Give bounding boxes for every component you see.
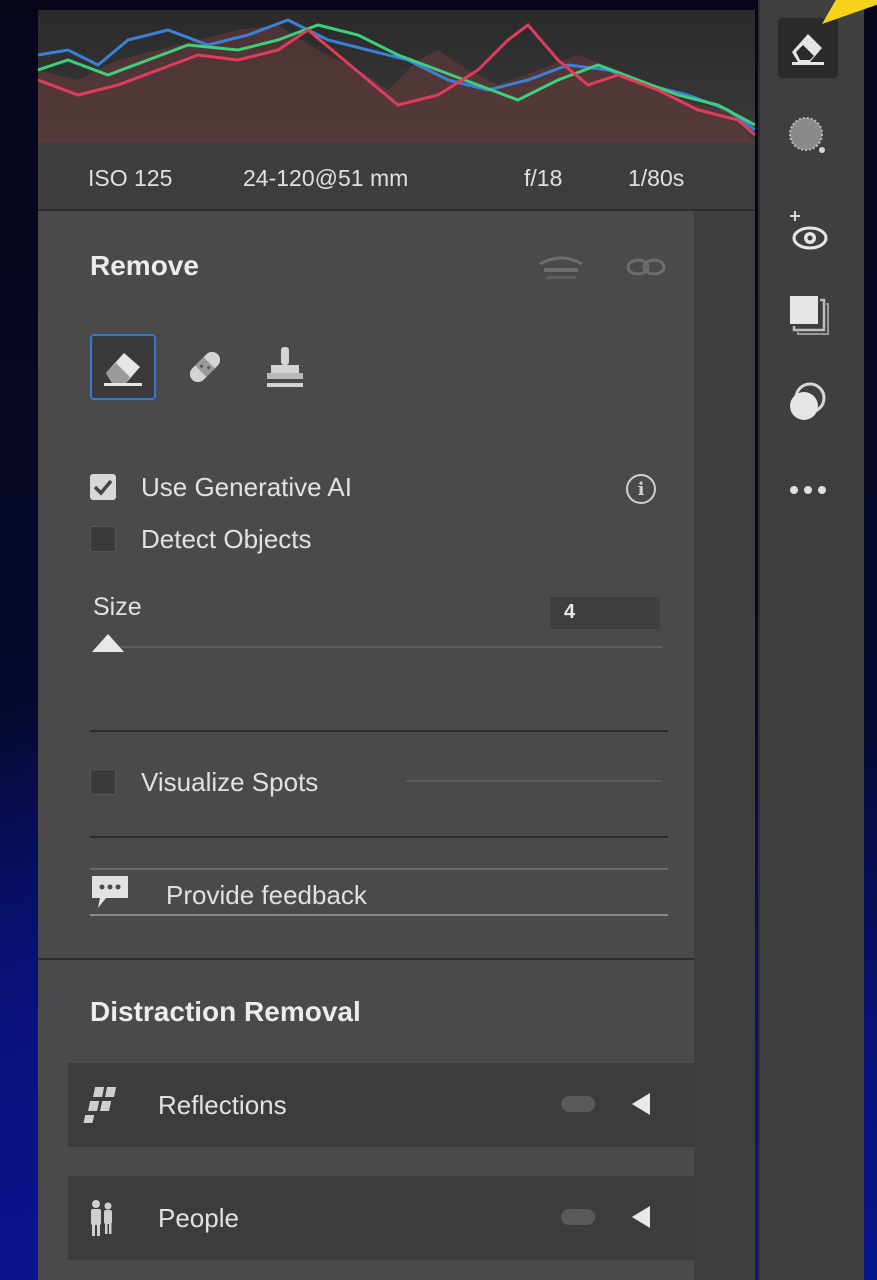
use-generative-ai-checkbox[interactable] — [90, 474, 116, 500]
clone-stamp-icon — [267, 347, 303, 387]
people-row[interactable]: People — [68, 1176, 694, 1260]
iso-value: ISO 125 — [88, 165, 173, 191]
toolbar-presets-button[interactable] — [778, 284, 838, 344]
info-icon[interactable]: i — [626, 474, 656, 504]
people-label: People — [158, 1203, 239, 1233]
detect-objects-checkbox[interactable] — [90, 526, 116, 552]
eraser-icon — [104, 353, 142, 386]
expand-arrow-icon[interactable] — [632, 1206, 650, 1228]
toolbar-red-eye-button[interactable] — [778, 202, 838, 262]
shutter-value: 1/80s — [628, 165, 685, 191]
histogram-graph — [38, 18, 755, 143]
toolbar-remove-button[interactable] — [778, 18, 838, 78]
more-icon — [790, 486, 826, 494]
size-slider-track[interactable] — [100, 646, 662, 648]
distraction-removal-title: Distraction Removal — [90, 996, 361, 1027]
reflections-row[interactable]: Reflections — [68, 1063, 694, 1147]
bandage-icon — [189, 351, 221, 383]
visualize-spots-label: Visualize Spots — [141, 766, 319, 797]
divider — [90, 836, 668, 838]
histogram — [38, 10, 755, 143]
reflections-icon — [83, 1087, 117, 1123]
speech-bubble-icon — [92, 876, 128, 908]
eraser-icon — [792, 34, 824, 65]
edit-panel: ISO 125 24-120@51 mm f/18 1/80s Remove U… — [38, 10, 755, 1280]
checkmark-icon — [93, 479, 113, 496]
section-divider — [38, 958, 694, 960]
right-toolbar — [758, 0, 864, 1280]
detect-objects-label: Detect Objects — [141, 523, 312, 554]
heal-tool-button[interactable] — [172, 334, 238, 400]
panel-scroll-gutter — [694, 211, 755, 1280]
toolbar-more-button[interactable] — [778, 460, 838, 520]
snapshots-icon — [790, 382, 826, 420]
provide-feedback-button[interactable]: Provide feedback — [90, 868, 668, 916]
exif-info-bar: ISO 125 24-120@51 mm f/18 1/80s — [38, 143, 755, 211]
reflections-badge — [561, 1096, 595, 1112]
eraser-tool-button[interactable] — [90, 334, 156, 400]
visualize-spots-checkbox[interactable] — [90, 769, 116, 795]
expand-arrow-icon[interactable] — [632, 1093, 650, 1115]
visualize-spots-slider[interactable] — [406, 780, 662, 782]
detect-objects-row[interactable]: Detect Objects — [90, 522, 312, 556]
aperture-value: f/18 — [524, 165, 563, 191]
use-generative-ai-row[interactable]: Use Generative AI — [90, 470, 352, 504]
reset-icon[interactable] — [626, 256, 666, 284]
provide-feedback-label: Provide feedback — [166, 880, 367, 910]
toolbar-masking-button[interactable] — [778, 106, 838, 166]
people-badge — [561, 1209, 595, 1225]
remove-section-title: Remove — [90, 250, 199, 281]
size-slider-thumb[interactable] — [92, 634, 124, 652]
masking-icon — [789, 117, 825, 153]
visualize-spots-row[interactable]: Visualize Spots — [90, 765, 318, 799]
red-eye-icon — [790, 211, 828, 250]
presets-icon — [790, 296, 829, 335]
people-icon — [91, 1200, 112, 1236]
divider — [90, 730, 668, 732]
eye-toggle-icon[interactable] — [538, 254, 584, 288]
clone-tool-button[interactable] — [252, 334, 318, 400]
size-value-field[interactable]: 4 — [550, 597, 660, 629]
toolbar-snapshots-button[interactable] — [778, 372, 838, 432]
size-label: Size — [93, 593, 142, 621]
reflections-label: Reflections — [158, 1090, 287, 1120]
lens-value: 24-120@51 mm — [243, 165, 409, 191]
use-generative-ai-label: Use Generative AI — [141, 471, 352, 502]
